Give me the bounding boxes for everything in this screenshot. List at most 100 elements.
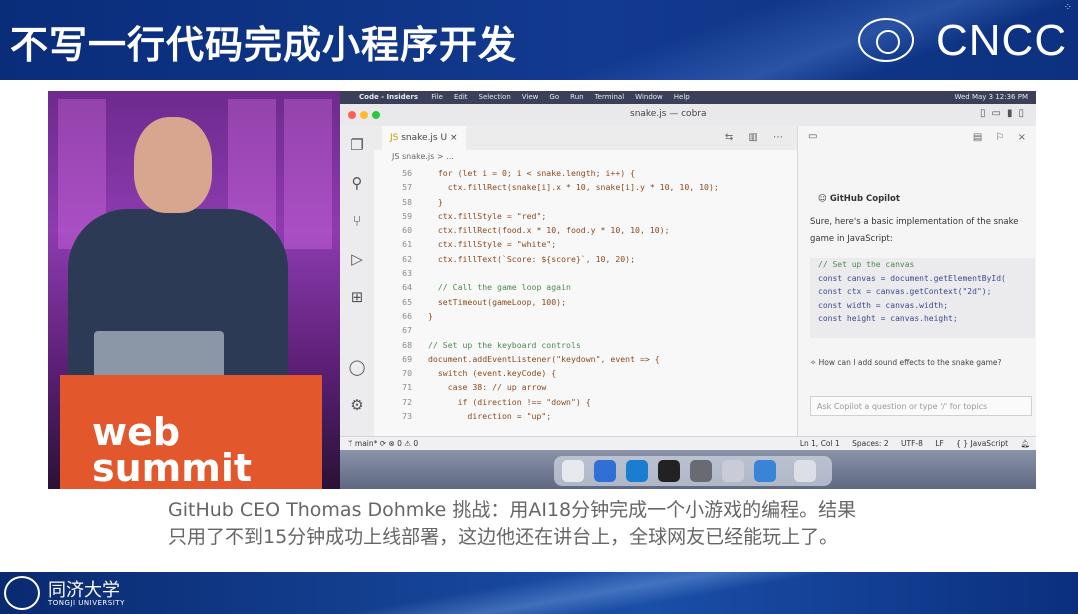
copilot-ask-input[interactable]: Ask Copilot a question or type '/' for t…: [810, 396, 1032, 416]
copilot-code-block[interactable]: // Set up the canvas const canvas = docum…: [810, 258, 1035, 338]
menu-item-view[interactable]: View: [522, 93, 539, 101]
suggested-question[interactable]: ✧ How can I add sound effects to the sna…: [810, 356, 1030, 369]
code-area[interactable]: 56 for (let i = 0; i < snake.length; i++…: [374, 166, 797, 423]
tab-snake-js[interactable]: JS snake.js U ×: [382, 126, 466, 150]
code-editor[interactable]: JS snake.js U × ⇆ ▥ ⋯ JS snake.js > ... …: [374, 126, 797, 436]
line-source: ctx.fillStyle = "red";: [428, 210, 547, 221]
ccf-seal-icon: [858, 18, 914, 62]
menu-item-window[interactable]: Window: [635, 93, 663, 101]
status-language[interactable]: { } JavaScript: [956, 439, 1008, 448]
line-number: 70: [402, 368, 412, 379]
source-control-icon[interactable]: ⑂: [348, 212, 366, 230]
status-encoding[interactable]: UTF-8: [901, 439, 923, 448]
menu-item-go[interactable]: Go: [549, 93, 559, 101]
line-source: for (let i = 0; i < snake.length; i++) {: [428, 168, 636, 178]
menu-item-terminal[interactable]: Terminal: [595, 93, 625, 101]
line-number: 58: [402, 196, 412, 207]
copilot-code-line: // Set up the canvas: [818, 260, 915, 269]
edge-browser-icon[interactable]: [594, 460, 616, 482]
bell-icon[interactable]: 🔔︎: [1020, 439, 1030, 448]
terminal-icon[interactable]: [658, 460, 680, 482]
copilot-header-actions[interactable]: ▤ ⚐ ×: [973, 132, 1031, 143]
code-line[interactable]: 65 setTimeout(gameLoop, 100);: [374, 295, 797, 309]
line-source: direction = "up";: [428, 411, 552, 422]
trash-icon[interactable]: [794, 460, 816, 482]
laptop: [94, 331, 224, 381]
branch-icon: ᛘ: [348, 439, 355, 448]
settings-gear-icon[interactable]: ⚙: [348, 396, 366, 414]
line-source: document.addEventListener("keydown", eve…: [428, 353, 660, 364]
line-source: switch (event.keyCode) {: [428, 368, 557, 379]
menubar-clock: Wed May 3 12:36 PM: [954, 93, 1028, 101]
code-line[interactable]: 58 }: [374, 195, 797, 209]
line-number: 66: [402, 310, 412, 321]
copilot-code-line: const width = canvas.width;: [818, 300, 949, 310]
code-line[interactable]: 57 ctx.fillRect(snake[i].x * 10, snake[i…: [374, 180, 797, 194]
status-left: ᛘ main* ⟳ ⊗ 0 ⚠ 0: [348, 437, 418, 451]
code-line[interactable]: 67: [374, 323, 797, 337]
search-icon[interactable]: ⚲: [348, 174, 366, 192]
line-source: }: [428, 310, 433, 321]
settings-app-icon[interactable]: [690, 460, 712, 482]
code-line[interactable]: 66}: [374, 309, 797, 323]
menu-item-help[interactable]: Help: [674, 93, 690, 101]
code-line[interactable]: 61 ctx.fillStyle = "white";: [374, 237, 797, 251]
line-number: 57: [402, 182, 412, 193]
line-source: // Call the game loop again: [428, 282, 571, 293]
menu-item-selection[interactable]: Selection: [479, 93, 511, 101]
line-source: ctx.fillRect(food.x * 10, food.y * 10, 1…: [428, 225, 670, 236]
account-icon[interactable]: ◯: [348, 358, 366, 376]
copilot-chat-panel: ▭ ▤ ⚐ × ☺ GitHub Copilot Sure, here's a …: [797, 126, 1036, 436]
run-debug-icon[interactable]: ▷: [348, 250, 366, 268]
stage-scene: web summit: [48, 91, 340, 489]
editor-actions[interactable]: ⇆ ▥ ⋯: [725, 132, 789, 143]
code-line[interactable]: 64 // Call the game loop again: [374, 280, 797, 294]
code-line[interactable]: 68 // Set up the keyboard controls: [374, 338, 797, 352]
mac-dock: [554, 456, 832, 486]
maximize-window-icon[interactable]: [372, 111, 380, 119]
code-line[interactable]: 60 ctx.fillRect(food.x * 10, food.y * 10…: [374, 223, 797, 237]
code-line[interactable]: 72 if (direction !== "down") {: [374, 395, 797, 409]
explorer-icon[interactable]: ❐: [348, 136, 366, 154]
copilot-name-text: GitHub Copilot: [829, 194, 900, 204]
line-number: 73: [402, 411, 412, 422]
browser-icon[interactable]: [754, 460, 776, 482]
line-number: 61: [402, 239, 412, 250]
breadcrumb[interactable]: JS snake.js > ...: [392, 152, 454, 161]
close-tab-icon[interactable]: ×: [450, 133, 458, 143]
status-spaces[interactable]: Spaces: 2: [852, 439, 888, 448]
code-line[interactable]: 70 switch (event.keyCode) {: [374, 366, 797, 380]
footer-decoration: [250, 572, 950, 614]
line-number: 64: [402, 282, 412, 293]
code-line[interactable]: 71 case 38: // up arrow: [374, 380, 797, 394]
line-source: }: [428, 196, 443, 207]
sparkle-icon: ✧: [810, 358, 819, 367]
layout-toggle-icons[interactable]: ▯▭▮▯: [980, 108, 1030, 119]
status-eol[interactable]: LF: [935, 439, 944, 448]
status-problems[interactable]: ⊗ 0 ⚠ 0: [388, 439, 418, 448]
slide-title: 不写一行代码完成小程序开发: [10, 23, 518, 67]
status-position[interactable]: Ln 1, Col 1: [800, 439, 840, 448]
line-number: 72: [402, 396, 412, 407]
menu-app-name[interactable]: Code - Insiders: [359, 93, 418, 101]
code-line[interactable]: 56 for (let i = 0; i < snake.length; i++…: [374, 166, 797, 180]
finder-icon[interactable]: [562, 460, 584, 482]
corner-mark-icon: ⁘: [1063, 2, 1072, 13]
menu-item-run[interactable]: Run: [570, 93, 583, 101]
code-line[interactable]: 63: [374, 266, 797, 280]
code-line[interactable]: 62 ctx.fillText(`Score: ${score}`, 10, 2…: [374, 252, 797, 266]
minimize-window-icon[interactable]: [360, 111, 368, 119]
status-bar: ᛘ main* ⟳ ⊗ 0 ⚠ 0 Ln 1, Col 1 Spaces: 2 …: [340, 436, 1036, 451]
copilot-code-line: const canvas = document.getElementById(: [818, 273, 1006, 283]
code-line[interactable]: 73 direction = "up";: [374, 409, 797, 423]
menu-item-edit[interactable]: Edit: [454, 93, 468, 101]
menu-item-file[interactable]: File: [431, 93, 443, 101]
extensions-icon[interactable]: ⊞: [348, 288, 366, 306]
code-line[interactable]: 59 ctx.fillStyle = "red";: [374, 209, 797, 223]
vscode-icon[interactable]: [626, 460, 648, 482]
launchpad-icon[interactable]: [722, 460, 744, 482]
code-line[interactable]: 69 document.addEventListener("keydown", e…: [374, 352, 797, 366]
status-branch[interactable]: main*: [355, 439, 378, 448]
caption-line-2: 只用了不到15分钟成功上线部署，这边他还在讲台上，全球网友已经能玩上了。: [168, 526, 839, 548]
close-window-icon[interactable]: [348, 111, 356, 119]
